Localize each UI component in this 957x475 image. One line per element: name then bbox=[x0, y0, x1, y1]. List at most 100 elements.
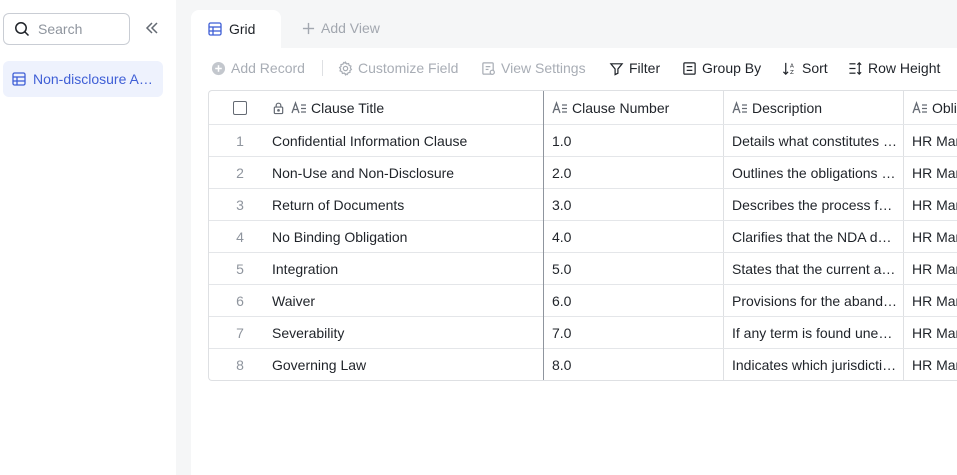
cell-clause-title[interactable]: Confidential Information Clause bbox=[271, 125, 543, 156]
toolbar-separator bbox=[322, 60, 323, 76]
table-row[interactable]: 3 Return of Documents 3.0 Describes the … bbox=[209, 189, 957, 221]
search-box[interactable] bbox=[3, 13, 130, 45]
row-index: 5 bbox=[236, 260, 244, 277]
column-number-label: Clause Number bbox=[572, 99, 670, 116]
cell-description-text: If any term is found unenforceable bbox=[732, 324, 898, 341]
group-by-label: Group By bbox=[702, 60, 762, 76]
group-by-button[interactable]: Group By bbox=[682, 60, 761, 76]
table-row[interactable]: 2 Non-Use and Non-Disclosure 2.0 Outline… bbox=[209, 157, 957, 189]
filter-icon bbox=[609, 62, 624, 76]
grid-table: Clause Title Clause Number Description O… bbox=[208, 90, 957, 381]
table-row[interactable]: 8 Governing Law 8.0 Indicates which juri… bbox=[209, 349, 957, 380]
column-description-label: Description bbox=[752, 99, 823, 116]
cell-clause-title[interactable]: Integration bbox=[271, 253, 543, 284]
cell-description[interactable]: Details what constitutes confidential in… bbox=[723, 125, 903, 156]
cell-description-text: States that the current agreement is the… bbox=[732, 260, 898, 277]
text-field-icon bbox=[732, 100, 747, 113]
row-index: 8 bbox=[236, 357, 244, 373]
cell-description-text: Outlines the obligations of the receivin… bbox=[732, 164, 898, 181]
column-header-clause-number[interactable]: Clause Number bbox=[543, 91, 723, 124]
svg-text:A: A bbox=[790, 63, 794, 69]
table-row[interactable]: 4 No Binding Obligation 4.0 Clarifies th… bbox=[209, 221, 957, 253]
lock-icon bbox=[273, 102, 284, 114]
sort-icon: AZ bbox=[782, 62, 794, 76]
cell-description[interactable]: Provisions for the abandonment of rights bbox=[723, 285, 903, 316]
cell-clause-title[interactable]: No Binding Obligation bbox=[271, 221, 543, 252]
select-all-cell bbox=[209, 91, 271, 124]
cell-description[interactable]: Outlines the obligations of the receivin… bbox=[723, 157, 903, 188]
cell-obligation[interactable]: HR Manager bbox=[903, 349, 957, 380]
row-index: 4 bbox=[236, 228, 244, 245]
cell-obligation[interactable]: HR Manager bbox=[903, 317, 957, 348]
grid-table-icon bbox=[208, 22, 222, 36]
table-row[interactable]: 6 Waiver 6.0 Provisions for the abandonm… bbox=[209, 285, 957, 317]
cell-clause-number[interactable]: 4.0 bbox=[543, 221, 723, 252]
table-header-row: Clause Title Clause Number Description O… bbox=[209, 91, 957, 125]
cell-description[interactable]: Clarifies that the NDA does not create a… bbox=[723, 221, 903, 252]
search-input[interactable] bbox=[38, 21, 123, 37]
column-obligation-label: Obligation bbox=[932, 99, 957, 116]
row-index: 3 bbox=[236, 196, 244, 213]
svg-text:Z: Z bbox=[790, 70, 794, 76]
view-settings-button[interactable]: View Settings bbox=[481, 60, 586, 76]
cell-description-text: Details what constitutes confidential in… bbox=[732, 132, 898, 149]
cell-clause-number[interactable]: 2.0 bbox=[543, 157, 723, 188]
column-header-clause-title[interactable]: Clause Title bbox=[271, 91, 543, 124]
sidebar-item-non-disclosure[interactable]: Non-disclosure Agreement bbox=[3, 61, 163, 97]
column-title-label: Clause Title bbox=[311, 99, 385, 116]
column-header-description[interactable]: Description bbox=[723, 91, 903, 124]
row-height-button[interactable]: Row Height bbox=[848, 60, 940, 76]
main-area: Grid Add View Add Record Customize Field… bbox=[191, 0, 957, 475]
cell-obligation[interactable]: HR Manager bbox=[903, 189, 957, 220]
collapse-sidebar-icon[interactable] bbox=[144, 20, 160, 36]
row-index: 1 bbox=[236, 132, 244, 149]
customize-field-label: Customize Field bbox=[358, 60, 459, 76]
cell-clause-number[interactable]: 7.0 bbox=[543, 317, 723, 348]
select-all-checkbox[interactable] bbox=[233, 100, 247, 115]
cell-clause-number[interactable]: 5.0 bbox=[543, 253, 723, 284]
sort-label: Sort bbox=[802, 60, 828, 76]
filter-button[interactable]: Filter bbox=[609, 60, 660, 76]
table-row[interactable]: 5 Integration 5.0 States that the curren… bbox=[209, 253, 957, 285]
cell-obligation[interactable]: HR Manager bbox=[903, 221, 957, 252]
text-field-icon bbox=[291, 100, 306, 113]
cell-description[interactable]: States that the current agreement is the… bbox=[723, 253, 903, 284]
cell-description[interactable]: If any term is found unenforceable bbox=[723, 317, 903, 348]
cell-obligation[interactable]: HR Manager bbox=[903, 157, 957, 188]
cell-clause-title[interactable]: Non-Use and Non-Disclosure bbox=[271, 157, 543, 188]
tab-grid-label: Grid bbox=[229, 21, 256, 37]
gear-icon bbox=[338, 60, 353, 76]
cell-obligation[interactable]: HR Manager bbox=[903, 125, 957, 156]
add-record-button[interactable]: Add Record bbox=[211, 60, 305, 76]
cell-clause-title[interactable]: Governing Law bbox=[271, 349, 543, 380]
add-view-label: Add View bbox=[321, 20, 380, 36]
cell-clause-title[interactable]: Waiver bbox=[271, 285, 543, 316]
sort-button[interactable]: AZ Sort bbox=[782, 60, 828, 76]
grid-table-icon bbox=[12, 72, 26, 86]
cell-description[interactable]: Indicates which jurisdiction's laws gove… bbox=[723, 349, 903, 380]
sidebar-item-label: Non-disclosure Agreement bbox=[33, 71, 159, 87]
tab-grid[interactable]: Grid bbox=[191, 10, 281, 48]
cell-clause-number[interactable]: 6.0 bbox=[543, 285, 723, 316]
cell-description-text: Describes the process for returning docu… bbox=[732, 196, 898, 213]
cell-clause-number[interactable]: 8.0 bbox=[543, 349, 723, 380]
add-view-button[interactable]: Add View bbox=[302, 20, 380, 36]
filter-label: Filter bbox=[629, 60, 661, 76]
toolbar: Add Record Customize Field View Settings… bbox=[191, 48, 957, 90]
column-header-obligation[interactable]: Obligation bbox=[903, 91, 957, 124]
cell-description[interactable]: Describes the process for returning docu… bbox=[723, 189, 903, 220]
row-index: 6 bbox=[236, 292, 244, 309]
cell-clause-title[interactable]: Severability bbox=[271, 317, 543, 348]
cell-clause-title[interactable]: Return of Documents bbox=[271, 189, 543, 220]
table-row[interactable]: 1 Confidential Information Clause 1.0 De… bbox=[209, 125, 957, 157]
cell-clause-number[interactable]: 1.0 bbox=[543, 125, 723, 156]
cell-clause-number[interactable]: 3.0 bbox=[543, 189, 723, 220]
table-row[interactable]: 7 Severability 7.0 If any term is found … bbox=[209, 317, 957, 349]
cell-obligation[interactable]: HR Manager bbox=[903, 285, 957, 316]
view-settings-label: View Settings bbox=[501, 60, 586, 76]
text-field-icon bbox=[552, 100, 567, 113]
cell-obligation[interactable]: HR Manager bbox=[903, 253, 957, 284]
frozen-column-divider[interactable] bbox=[543, 91, 544, 380]
group-by-icon bbox=[683, 61, 696, 75]
customize-field-button[interactable]: Customize Field bbox=[338, 60, 458, 76]
